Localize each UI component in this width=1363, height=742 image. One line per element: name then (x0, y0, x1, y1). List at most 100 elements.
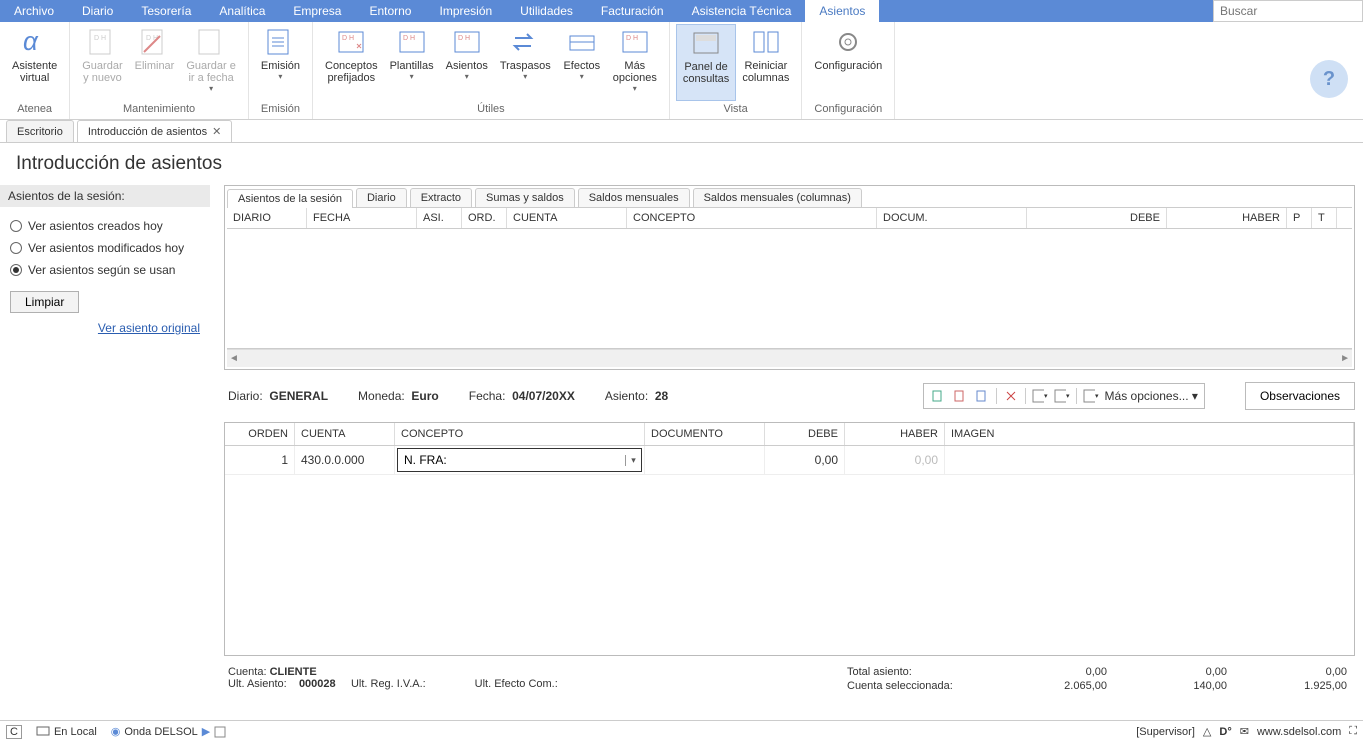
cell-cuenta[interactable]: 430.0.0.000 (295, 446, 395, 474)
cell-haber[interactable]: 0,00 (845, 446, 945, 474)
cell-imagen[interactable] (945, 446, 1354, 474)
menu-empresa[interactable]: Empresa (279, 0, 355, 22)
traspasos-button[interactable]: Traspasos ▾ (494, 24, 557, 101)
asistente-virtual-button[interactable]: α Asistentevirtual (6, 24, 63, 101)
menu-asistencia[interactable]: Asistencia Técnica (678, 0, 806, 22)
search-box[interactable] (1213, 0, 1363, 22)
tool-paste-icon[interactable] (974, 388, 990, 404)
svg-text:D H: D H (458, 35, 470, 42)
speaker-icon[interactable] (214, 726, 226, 738)
play-icon[interactable]: ▶ (202, 725, 210, 738)
delete-icon: D H (138, 26, 170, 58)
asiento-label: Asiento: (605, 389, 648, 403)
guardar-nuevo-button[interactable]: D H Guardary nuevo (76, 24, 128, 101)
menu-analitica[interactable]: Analítica (205, 0, 279, 22)
emision-button[interactable]: Emisión ▾ (255, 24, 306, 101)
tool-c-icon[interactable]: ▾ (1083, 388, 1099, 404)
menu-diario[interactable]: Diario (68, 0, 127, 22)
reiniciar-columnas-button[interactable]: Reiniciarcolumnas (736, 24, 795, 101)
concepto-input[interactable] (398, 451, 625, 469)
cell-concepto[interactable]: ▾ (395, 446, 645, 474)
cell-debe[interactable]: 0,00 (765, 446, 845, 474)
col-debe2[interactable]: DEBE (765, 423, 845, 445)
total-v3: 0,00 (1247, 666, 1347, 678)
menu-facturacion[interactable]: Facturación (587, 0, 678, 22)
menu-tesoreria[interactable]: Tesorería (127, 0, 205, 22)
conceptos-prefijados-button[interactable]: D H Conceptosprefijados (319, 24, 384, 101)
expand-icon[interactable]: ⛶ (1349, 725, 1357, 738)
col-asi[interactable]: ASI. (417, 208, 462, 228)
menu-utilidades[interactable]: Utilidades (506, 0, 587, 22)
tab-introduccion-asientos[interactable]: Introducción de asientos ✕ (77, 120, 232, 142)
close-icon[interactable]: ✕ (212, 125, 221, 138)
asientos-util-button[interactable]: D H Asientos ▾ (440, 24, 494, 101)
tool-b-icon[interactable]: ▾ (1054, 388, 1070, 404)
search-input[interactable] (1214, 2, 1362, 20)
cell-orden[interactable]: 1 (225, 446, 295, 474)
status-url[interactable]: www.sdelsol.com (1257, 726, 1341, 738)
configuracion-button[interactable]: Configuración (808, 24, 888, 101)
ver-asiento-original-link[interactable]: Ver asiento original (98, 321, 200, 335)
help-button[interactable]: ? (1310, 60, 1348, 98)
tab-sumas-saldos[interactable]: Sumas y saldos (475, 188, 575, 207)
col-cuenta2[interactable]: CUENTA (295, 423, 395, 445)
total-v2: 0,00 (1127, 666, 1227, 678)
tab-saldos-mensuales[interactable]: Saldos mensuales (578, 188, 690, 207)
efectos-button[interactable]: Efectos ▾ (557, 24, 607, 101)
radio-icon (10, 220, 22, 232)
status-c[interactable]: C (6, 725, 22, 739)
tab-diario[interactable]: Diario (356, 188, 407, 207)
menu-asientos[interactable]: Asientos (805, 0, 879, 22)
panel-consultas-button[interactable]: Panel deconsultas (676, 24, 736, 101)
ribbon-group-atenea: Atenea (0, 101, 69, 119)
col-orden[interactable]: ORDEN (225, 423, 295, 445)
tab-asientos-sesion[interactable]: Asientos de la sesión (227, 189, 353, 208)
ult-efecto: Ult. Efecto Com.: (475, 678, 558, 690)
limpiar-button[interactable]: Limpiar (10, 291, 79, 313)
scroll-left-icon[interactable]: ◄ (229, 353, 239, 364)
menu-entorno[interactable]: Entorno (355, 0, 425, 22)
menu-impresion[interactable]: Impresión (425, 0, 506, 22)
radio-segun-usan[interactable]: Ver asientos según se usan (10, 259, 200, 281)
col-haber[interactable]: HABER (1167, 208, 1287, 228)
status-onda[interactable]: ◉ Onda DELSOL ▶ (111, 725, 226, 738)
observaciones-button[interactable]: Observaciones (1245, 382, 1355, 410)
radio-modificados-hoy[interactable]: Ver asientos modificados hoy (10, 237, 200, 259)
chevron-down-icon[interactable]: ▾ (625, 455, 641, 466)
col-diario[interactable]: DIARIO (227, 208, 307, 228)
col-concepto[interactable]: CONCEPTO (627, 208, 877, 228)
col-debe[interactable]: DEBE (1027, 208, 1167, 228)
col-t[interactable]: T (1312, 208, 1337, 228)
tool-delete-icon[interactable] (1003, 388, 1019, 404)
radio-creados-hoy[interactable]: Ver asientos creados hoy (10, 215, 200, 237)
warning-icon[interactable]: △ (1203, 725, 1211, 738)
tab-escritorio[interactable]: Escritorio (6, 120, 74, 142)
d-icon[interactable]: D° (1219, 726, 1231, 738)
status-en-local[interactable]: En Local (36, 726, 97, 738)
plantillas-button[interactable]: D H Plantillas ▾ (384, 24, 440, 101)
col-ord[interactable]: ORD. (462, 208, 507, 228)
col-fecha[interactable]: FECHA (307, 208, 417, 228)
col-haber2[interactable]: HABER (845, 423, 945, 445)
menu-archivo[interactable]: Archivo (0, 0, 68, 22)
horizontal-scrollbar[interactable]: ◄ ► (227, 349, 1352, 367)
col-documento[interactable]: DOCUMENTO (645, 423, 765, 445)
tool-a-icon[interactable]: ▾ (1032, 388, 1048, 404)
cell-documento[interactable] (645, 446, 765, 474)
mail-icon[interactable]: ✉ (1240, 725, 1249, 738)
tab-extracto[interactable]: Extracto (410, 188, 472, 207)
mas-opciones-button[interactable]: D H Másopciones ▾ (607, 24, 663, 101)
scroll-right-icon[interactable]: ► (1340, 353, 1350, 364)
col-docum[interactable]: DOCUM. (877, 208, 1027, 228)
cuenta-value: CLIENTE (270, 666, 317, 678)
tool-new-icon[interactable] (930, 388, 946, 404)
guardar-fecha-button[interactable]: Guardar eir a fecha ▾ (180, 24, 242, 101)
tool-copy-icon[interactable] (952, 388, 968, 404)
tab-saldos-columnas[interactable]: Saldos mensuales (columnas) (693, 188, 862, 207)
col-concepto2[interactable]: CONCEPTO (395, 423, 645, 445)
eliminar-button[interactable]: D H Eliminar (129, 24, 181, 101)
col-cuenta[interactable]: CUENTA (507, 208, 627, 228)
col-imagen[interactable]: IMAGEN (945, 423, 1354, 445)
mas-opciones-dropdown[interactable]: Más opciones... ▾ (1105, 389, 1198, 403)
col-p[interactable]: P (1287, 208, 1312, 228)
